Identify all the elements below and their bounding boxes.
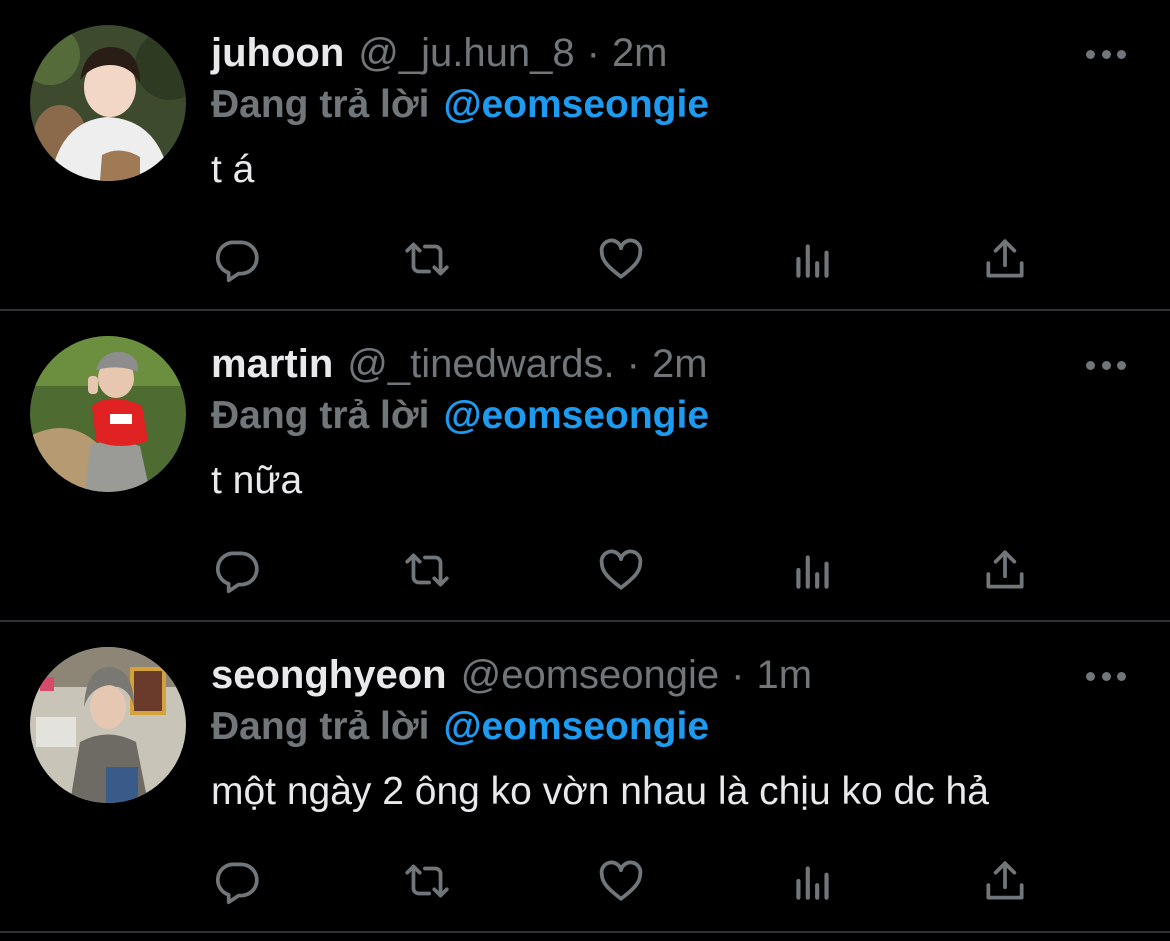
tweet-header: juhoon @_ju.hun_8 · 2m — [211, 28, 668, 78]
replying-to: Đang trả lời @eomseongie — [211, 80, 709, 130]
retweet-icon[interactable] — [402, 234, 452, 284]
tweet-header: seonghyeon @eomseongie · 1m — [211, 650, 812, 700]
avatar[interactable] — [30, 647, 186, 803]
replying-to-label: Đang trả lời — [211, 394, 430, 437]
retweet-icon[interactable] — [402, 856, 452, 906]
tweet[interactable]: martin @_tinedwards. · 2m Đang trả lời @… — [0, 311, 1170, 622]
tweet-text: t á — [211, 148, 255, 191]
views-icon[interactable] — [788, 856, 838, 906]
views-icon[interactable] — [788, 545, 838, 595]
tweet-actions — [0, 545, 1170, 605]
tweet-header: martin @_tinedwards. · 2m — [211, 339, 708, 389]
views-icon[interactable] — [788, 234, 838, 284]
tweet-actions — [0, 856, 1170, 916]
replying-to: Đang trả lời @eomseongie — [211, 702, 709, 752]
retweet-icon[interactable] — [402, 545, 452, 595]
tweet-text: t nữa — [211, 459, 303, 502]
timestamp[interactable]: 1m — [756, 653, 812, 698]
like-icon[interactable] — [596, 856, 646, 906]
separator: · — [626, 341, 640, 386]
tweet-text: một ngày 2 ông ko vờn nhau là chịu ko dc… — [211, 770, 989, 813]
reply-icon[interactable] — [212, 545, 262, 595]
reply-icon[interactable] — [212, 234, 262, 284]
replying-to: Đang trả lời @eomseongie — [211, 391, 709, 441]
display-name[interactable]: martin — [211, 342, 333, 387]
timestamp[interactable]: 2m — [612, 31, 668, 76]
tweet[interactable]: seonghyeon @eomseongie · 1m Đang trả lời… — [0, 622, 1170, 933]
display-name[interactable]: seonghyeon — [211, 653, 447, 698]
more-options-icon[interactable] — [1086, 670, 1126, 682]
more-options-icon[interactable] — [1086, 48, 1126, 60]
avatar[interactable] — [30, 25, 186, 181]
user-handle[interactable]: @_tinedwards. — [347, 342, 614, 387]
timestamp[interactable]: 2m — [652, 342, 708, 387]
separator: · — [731, 652, 745, 697]
separator: · — [586, 30, 600, 75]
share-icon[interactable] — [980, 545, 1030, 595]
like-icon[interactable] — [596, 545, 646, 595]
user-handle[interactable]: @eomseongie — [461, 653, 720, 698]
replying-to-label: Đang trả lời — [211, 83, 430, 126]
share-icon[interactable] — [980, 234, 1030, 284]
reply-mention-link[interactable]: @eomseongie — [443, 83, 709, 127]
share-icon[interactable] — [980, 856, 1030, 906]
avatar-photo-seonghyeon — [30, 647, 186, 803]
replying-to-label: Đang trả lời — [211, 705, 430, 748]
tweet-actions — [0, 234, 1170, 294]
user-handle[interactable]: @_ju.hun_8 — [358, 31, 574, 76]
reply-icon[interactable] — [212, 856, 262, 906]
reply-mention-link[interactable]: @eomseongie — [443, 394, 709, 438]
more-options-icon[interactable] — [1086, 359, 1126, 371]
reply-mention-link[interactable]: @eomseongie — [443, 705, 709, 749]
avatar-photo-martin — [30, 336, 186, 492]
display-name[interactable]: juhoon — [211, 31, 344, 76]
like-icon[interactable] — [596, 234, 646, 284]
avatar-photo-juhoon — [30, 25, 186, 181]
tweet[interactable]: juhoon @_ju.hun_8 · 2m Đang trả lời @eom… — [0, 0, 1170, 311]
avatar[interactable] — [30, 336, 186, 492]
